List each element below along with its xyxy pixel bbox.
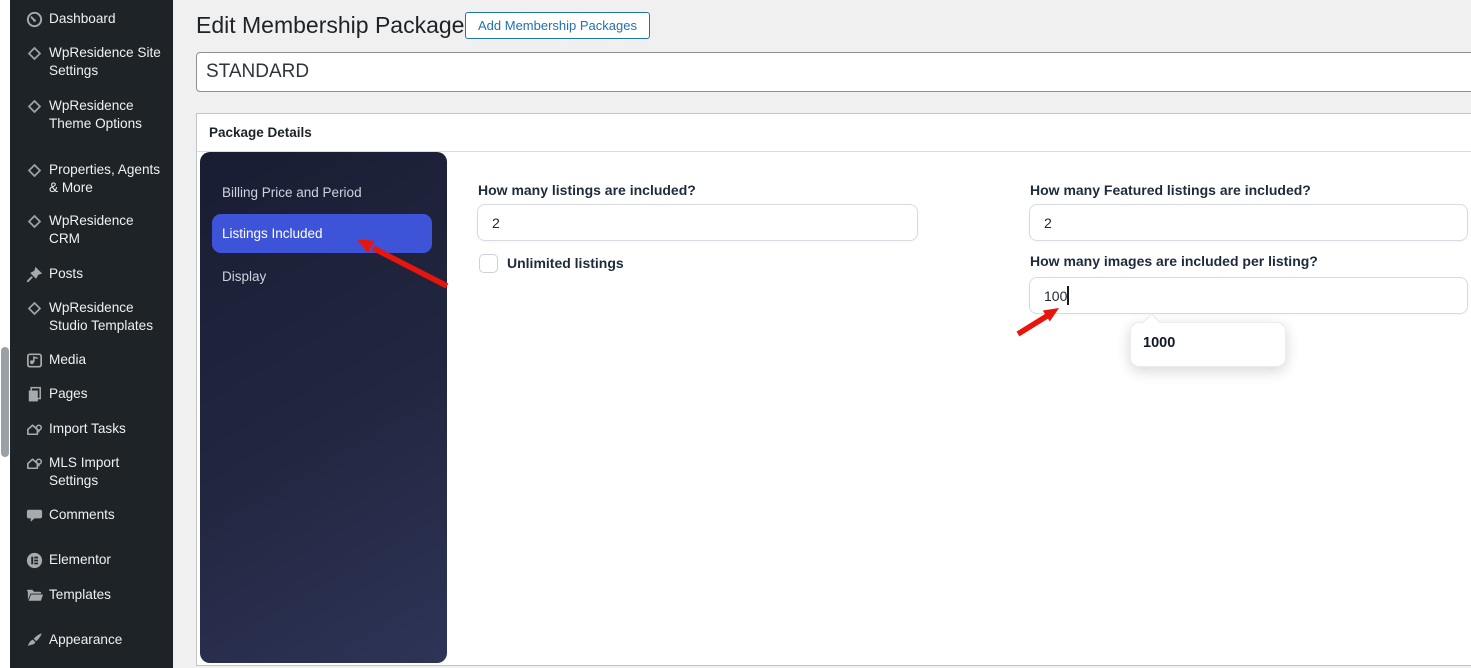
brush-icon — [25, 631, 44, 650]
diamond-icon — [25, 161, 44, 180]
sidebar-item-elementor[interactable]: Elementor — [10, 551, 173, 569]
diamond-icon — [25, 97, 44, 116]
autofill-suggestion[interactable]: 1000 — [1130, 312, 1286, 367]
add-membership-packages-button[interactable]: Add Membership Packages — [465, 12, 650, 39]
unlimited-listings-checkbox[interactable] — [479, 254, 498, 273]
elementor-icon — [25, 551, 44, 570]
sidebar-item-properties-agents-more[interactable]: Properties, Agents & More — [10, 161, 173, 196]
comment-icon — [25, 506, 44, 525]
sidebar-item-posts[interactable]: Posts — [10, 265, 173, 283]
sidebar-item-label: WpResidence Site Settings — [49, 45, 161, 78]
sidebar-item-label: Elementor — [49, 552, 111, 567]
listings-included-label: How many listings are included? — [478, 182, 696, 198]
featured-listings-input[interactable] — [1029, 204, 1468, 241]
sidebar-item-label: MLS Import Settings — [49, 455, 120, 488]
sidebar-item-label: Media — [49, 352, 87, 367]
wp-admin-sidebar: Dashboard WpResidence Site Settings WpResi… — [10, 0, 173, 668]
tab-display[interactable]: Display — [222, 269, 266, 284]
diamond-icon — [25, 212, 44, 231]
sidebar-item-wpresidence-studio-templates[interactable]: WpResidence Studio Templates — [10, 299, 173, 334]
sidebar-item-label: Pages — [49, 386, 88, 401]
images-per-listing-label: How many images are included per listing… — [1030, 253, 1318, 269]
sidebar-item-wpresidence-crm[interactable]: WpResidence CRM — [10, 212, 173, 247]
unlimited-listings-label[interactable]: Unlimited listings — [507, 255, 624, 271]
plugin-partial-icon — [25, 663, 44, 668]
media-icon — [25, 351, 44, 370]
sidebar-item-label: Posts — [49, 266, 83, 281]
sidebar-item-label: WpResidence Studio Templates — [49, 300, 154, 333]
sidebar-item-wpresidence-theme-options[interactable]: WpResidence Theme Options — [10, 97, 173, 132]
sidebar-item-label: Appearance — [49, 632, 123, 647]
sidebar-item-media[interactable]: Media — [10, 351, 173, 369]
images-per-listing-field-wrap — [1029, 277, 1468, 314]
sidebar-item-label: Properties, Agents & More — [49, 162, 161, 195]
sidebar-item-label: Comments — [49, 507, 115, 522]
dashboard-icon — [25, 10, 44, 29]
sidebar-item-pages[interactable]: Pages — [10, 385, 173, 403]
images-per-listing-input[interactable] — [1029, 277, 1468, 314]
text-cursor — [1067, 286, 1069, 305]
sidebar-item-appearance[interactable]: Appearance — [10, 631, 173, 649]
pages-icon — [25, 385, 44, 404]
sidebar-item-import-tasks[interactable]: Import Tasks — [10, 420, 173, 438]
house-pin-icon — [25, 420, 44, 439]
suggestion-value[interactable]: 1000 — [1143, 335, 1175, 351]
sidebar-item-templates[interactable]: Templates — [10, 586, 173, 604]
left-scrollbar-track — [0, 0, 10, 668]
diamond-icon — [25, 299, 44, 318]
admin-page: Dashboard WpResidence Site Settings WpResi… — [0, 0, 1471, 668]
package-tabs-nav: Billing Price and Period Listings Include… — [200, 152, 447, 663]
pushpin-icon — [25, 265, 44, 284]
left-scrollbar-thumb[interactable] — [1, 347, 9, 457]
package-title-input[interactable] — [196, 52, 1471, 92]
sidebar-item-label: WpResidence CRM — [49, 213, 134, 246]
tab-listings-included[interactable]: Listings Included — [212, 214, 432, 253]
featured-listings-label: How many Featured listings are included? — [1030, 182, 1311, 198]
sidebar-item-dashboard[interactable]: Dashboard — [10, 10, 173, 28]
house-pin-icon — [25, 454, 44, 473]
tab-billing-price-and-period[interactable]: Billing Price and Period — [222, 185, 362, 200]
metabox-title: Package Details — [197, 114, 1471, 152]
sidebar-item-label: WpResidence Theme Options — [49, 98, 142, 131]
diamond-icon — [25, 44, 44, 63]
sidebar-item-mls-import-settings[interactable]: MLS Import Settings — [10, 454, 173, 489]
sidebar-item-wpresidence-site-settings[interactable]: WpResidence Site Settings — [10, 44, 173, 79]
listings-included-input[interactable] — [477, 204, 918, 241]
sidebar-item-label: Templates — [49, 587, 111, 602]
page-title: Edit Membership Package — [196, 12, 465, 38]
sidebar-item-label: Dashboard — [49, 11, 116, 26]
sidebar-item-label: Import Tasks — [49, 421, 126, 436]
folder-icon — [25, 586, 44, 605]
sidebar-item-comments[interactable]: Comments — [10, 506, 173, 524]
